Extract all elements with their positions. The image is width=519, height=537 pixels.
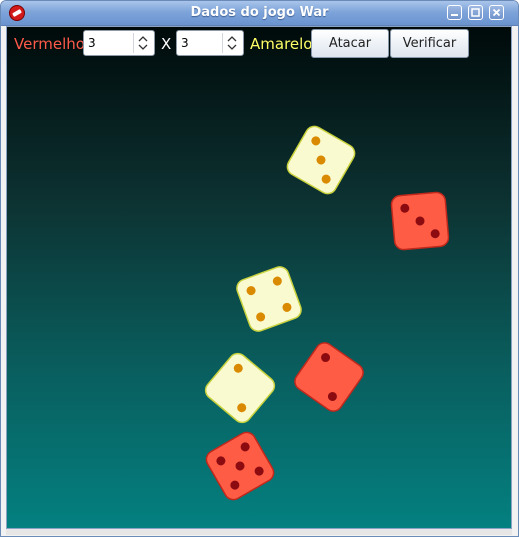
close-button[interactable]: [489, 5, 504, 20]
red-die-1: [390, 191, 450, 251]
versus-label: X: [161, 35, 172, 53]
dice-canvas: [204, 125, 450, 501]
title-bar[interactable]: Dados do jogo War: [1, 1, 518, 26]
window-bottom-border: [6, 529, 512, 535]
yellow-die-2: [236, 266, 302, 332]
spin-up-down-icon[interactable]: [222, 33, 241, 53]
attacker-dice-spinner[interactable]: [83, 30, 155, 56]
close-icon: [492, 8, 501, 17]
attacker-label: Vermelho: [14, 35, 85, 53]
defender-dice-spinner[interactable]: [176, 30, 244, 56]
maximize-button[interactable]: [468, 5, 483, 20]
red-die-3: [205, 431, 275, 501]
attack-button[interactable]: Atacar: [311, 29, 389, 58]
yellow-die-1: [286, 125, 356, 195]
maximize-icon: [471, 8, 480, 17]
red-die-2: [294, 342, 364, 412]
window-title: Dados do jogo War: [190, 5, 329, 20]
attacker-dice-input[interactable]: [88, 34, 126, 52]
defender-label: Amarelo: [250, 35, 313, 53]
spin-up-down-icon[interactable]: [133, 33, 152, 53]
minimize-button[interactable]: [447, 5, 462, 20]
verify-button[interactable]: Verificar: [390, 29, 469, 58]
defender-dice-input[interactable]: [181, 34, 219, 52]
minimize-icon: [451, 14, 458, 16]
app-window: Dados do jogo War Vermelho X Amarelo Ata…: [0, 0, 519, 537]
dice-board: [6, 26, 512, 529]
yellow-die-3: [204, 352, 276, 424]
